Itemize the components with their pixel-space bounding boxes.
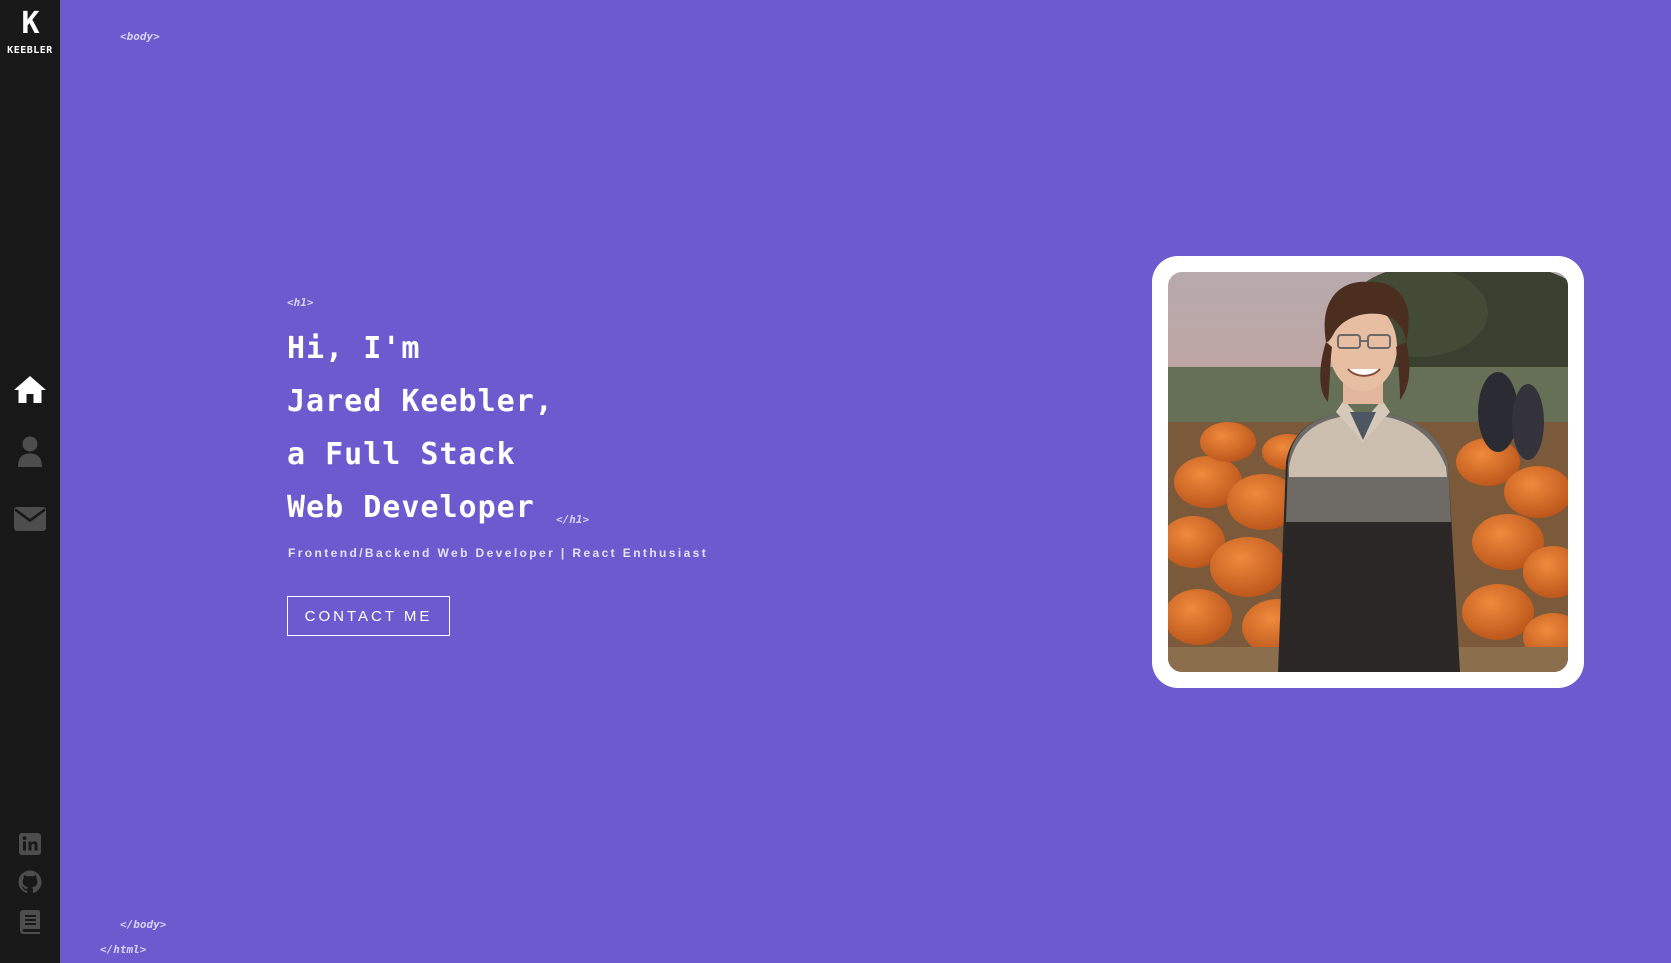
envelope-icon [14,507,46,531]
user-icon [18,436,42,467]
logo[interactable]: K KEEBLER [0,8,60,58]
github-link[interactable] [0,866,60,898]
nav-home[interactable] [0,365,60,413]
h1-close-tag: </h1> [556,513,590,526]
logo-name: KEEBLER [7,45,53,56]
headline-line: Hi, I'm [287,331,421,366]
github-icon [18,870,42,893]
nav-contact[interactable] [0,495,60,543]
profile-photo [1168,272,1568,672]
book-icon [20,910,40,934]
home-icon [14,376,46,403]
sidebar: K KEEBLER [0,0,60,963]
body-open-tag: <body> [120,30,160,43]
html-close-tag: </html> [100,943,147,956]
nav-about[interactable] [0,428,60,476]
contact-me-button[interactable]: CONTACT ME [287,596,450,636]
hero-subtitle: Frontend/Backend Web Developer | React E… [288,546,709,560]
hero-headline: Hi, I'm Jared Keebler, a Full Stack Web … [287,322,554,534]
headline-line: Jared Keebler, [287,384,554,419]
h1-open-tag: <h1> [287,296,314,309]
profile-photo-frame [1152,256,1584,688]
body-close-tag: </body> [120,918,167,931]
logo-mark: K [21,6,39,41]
headline-line: a Full Stack [287,437,516,472]
linkedin-icon [19,833,41,855]
blog-link[interactable] [0,906,60,938]
headline-line: Web Developer [287,490,535,525]
main-content: <body> <h1> Hi, I'm Jared Keebler, a Ful… [60,0,1671,963]
linkedin-link[interactable] [0,828,60,860]
